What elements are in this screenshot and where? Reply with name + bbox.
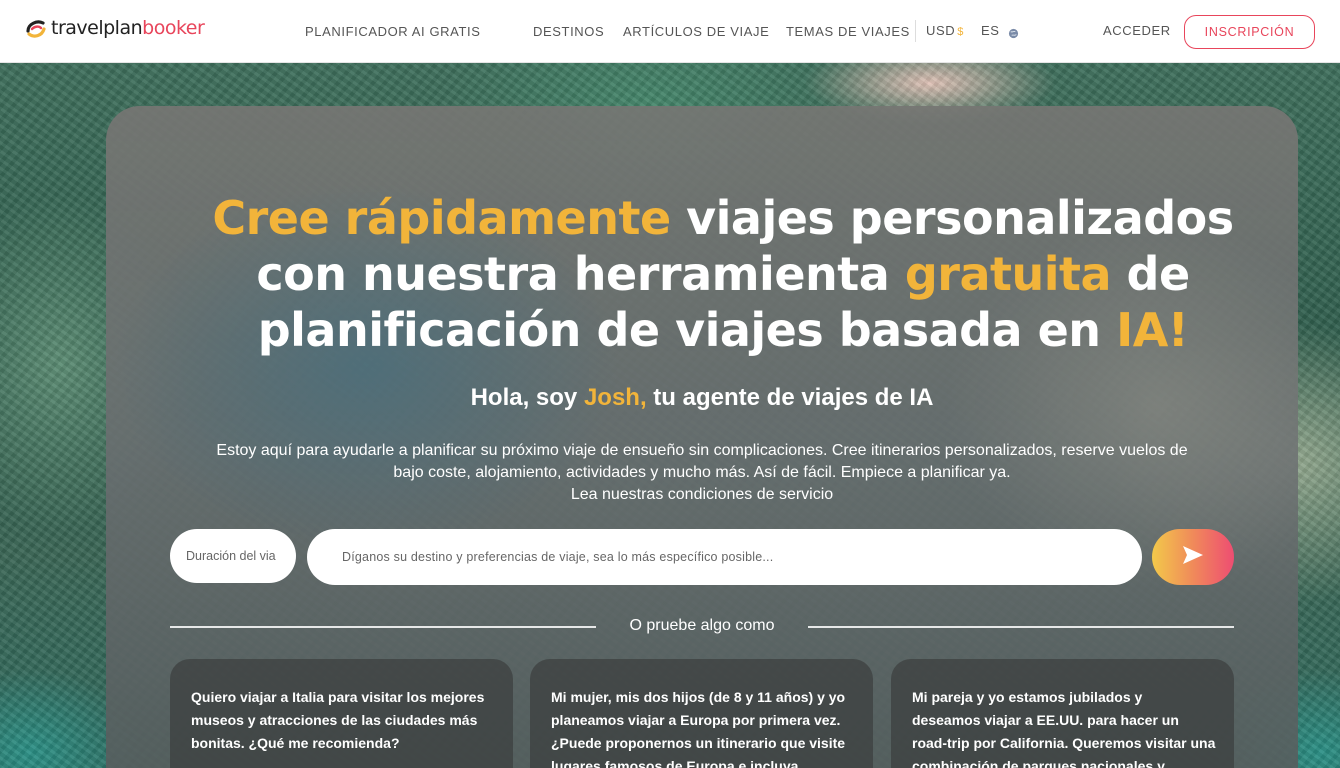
nav-divider xyxy=(915,20,916,42)
brand-name: travelplanbooker xyxy=(51,17,205,39)
destination-prompt-input[interactable]: Díganos su destino y preferencias de via… xyxy=(307,529,1142,585)
nav-ai-planner[interactable]: PLANIFICADOR AI GRATIS xyxy=(305,24,481,39)
nav-travel-articles[interactable]: ARTÍCULOS DE VIAJE xyxy=(623,24,769,39)
suggestion-card-europe-family[interactable]: Mi mujer, mis dos hijos (de 8 y 11 años)… xyxy=(530,659,873,768)
agent-greeting: Hola, soy Josh, tu agente de viajes de I… xyxy=(470,384,934,411)
brand-logo[interactable]: travelplanbooker xyxy=(25,17,205,39)
send-arrow-icon xyxy=(1181,544,1205,571)
hero-line-1: Cree rápidamente viajes personalizados xyxy=(212,191,1234,245)
nav-destinations[interactable]: DESTINOS xyxy=(533,24,604,39)
trip-duration-input[interactable]: Duración del via xyxy=(170,529,296,583)
globe-icon[interactable] xyxy=(1008,26,1019,39)
nav-travel-topics[interactable]: TEMAS DE VIAJES xyxy=(786,24,910,39)
suggestion-card-italy[interactable]: Quiero viajar a Italia para visitar los … xyxy=(170,659,513,768)
divider-left xyxy=(170,626,596,628)
logo-icon xyxy=(25,17,47,39)
send-button[interactable] xyxy=(1152,529,1234,585)
terms-link[interactable]: Lea nuestras condiciones de servicio xyxy=(170,484,1234,506)
hero-line-3: planificación de viajes basada en IA! xyxy=(257,303,1189,357)
suggestions-label: O pruebe algo como xyxy=(629,617,775,634)
description-line-2: bajo coste, alojamiento, actividades y m… xyxy=(393,464,1011,481)
hero-line-2: con nuestra herramienta gratuita de xyxy=(256,247,1190,301)
divider-right xyxy=(808,626,1234,628)
hero-headline: Cree rápidamente viajes personalizados c… xyxy=(106,190,1340,358)
suggestion-card-california[interactable]: Mi pareja y yo estamos jubilados y desea… xyxy=(891,659,1234,768)
language-selector[interactable]: ES xyxy=(981,23,1000,38)
intro-description: Estoy aquí para ayudarle a planificar su… xyxy=(170,440,1234,506)
login-link[interactable]: ACCEDER xyxy=(1103,23,1171,38)
description-line-1: Estoy aquí para ayudarle a planificar su… xyxy=(216,442,1188,459)
signup-button[interactable]: INSCRIPCIÓN xyxy=(1184,15,1315,49)
currency-selector[interactable]: USD $ xyxy=(926,23,964,38)
top-nav-bar: travelplanbooker PLANIFICADOR AI GRATIS … xyxy=(0,0,1340,63)
